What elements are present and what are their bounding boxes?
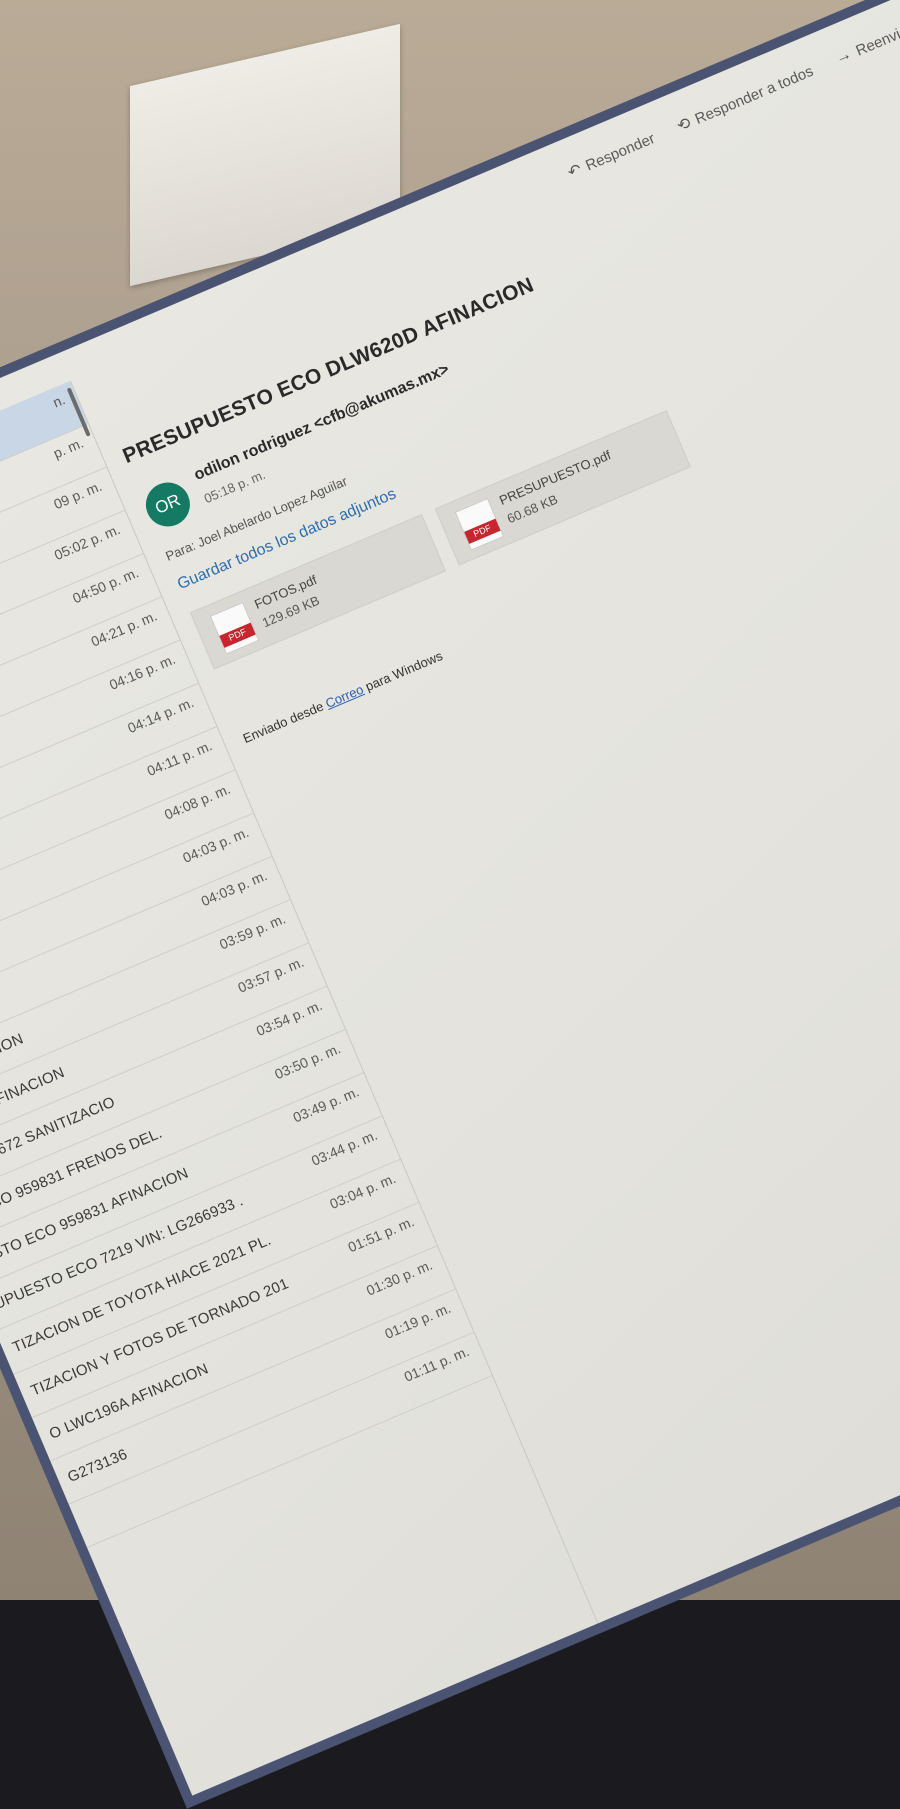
forward-button[interactable]: → Reenviar [832,19,900,69]
reply-all-button[interactable]: ⟲ Responder a todos [674,61,816,137]
correo-link[interactable]: Correo [323,682,365,711]
reply-icon: ↶ [565,161,585,182]
forward-label: Reenviar [853,20,900,60]
pdf-tag: PDF [464,518,501,544]
pdf-file-icon: PDF [209,601,260,655]
body-suffix: para Windows [359,648,445,696]
pdf-tag: PDF [219,622,256,648]
email-subject: PRESUPUESTO ECO DLW620D AFINACION [119,273,538,468]
forward-icon: → [832,45,855,68]
reply-all-icon: ⟲ [674,114,694,136]
reply-label: Responder [583,129,658,174]
sender-avatar: OR [139,475,197,534]
reply-button[interactable]: ↶ Responder [565,128,658,183]
message-time: p. m. [50,434,86,462]
body-prefix: Enviado desde [240,697,330,746]
pdf-file-icon: PDF [454,497,505,551]
reply-all-label: Responder a todos [692,62,816,128]
attachment-presupuesto[interactable]: PDF PRESUPUESTO.pdf 60.68 KB [434,410,691,566]
email-body: Enviado desde Correo para Windows [241,648,445,746]
message-time: n. [50,391,68,411]
